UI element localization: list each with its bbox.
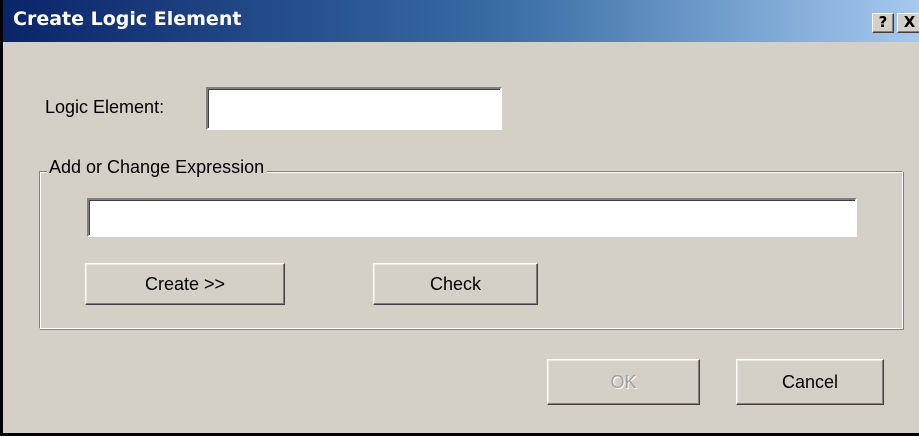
create-button[interactable]: Create >> (85, 263, 285, 305)
logic-element-input[interactable] (206, 87, 502, 130)
create-logic-element-dialog: Create Logic Element ? X Logic Element: … (0, 0, 919, 436)
window-title: Create Logic Element (13, 8, 242, 30)
ok-button[interactable]: OK (547, 359, 700, 405)
logic-element-label: Logic Element: (45, 97, 165, 117)
cancel-button[interactable]: Cancel (736, 359, 884, 405)
title-bar[interactable]: Create Logic Element ? X (3, 0, 919, 42)
help-button[interactable]: ? (872, 13, 894, 33)
close-button[interactable]: X (897, 13, 919, 33)
check-button[interactable]: Check (373, 263, 538, 305)
expression-input[interactable] (87, 198, 857, 237)
expression-group-label: Add or Change Expression (47, 157, 268, 178)
expression-groupbox (39, 171, 903, 329)
